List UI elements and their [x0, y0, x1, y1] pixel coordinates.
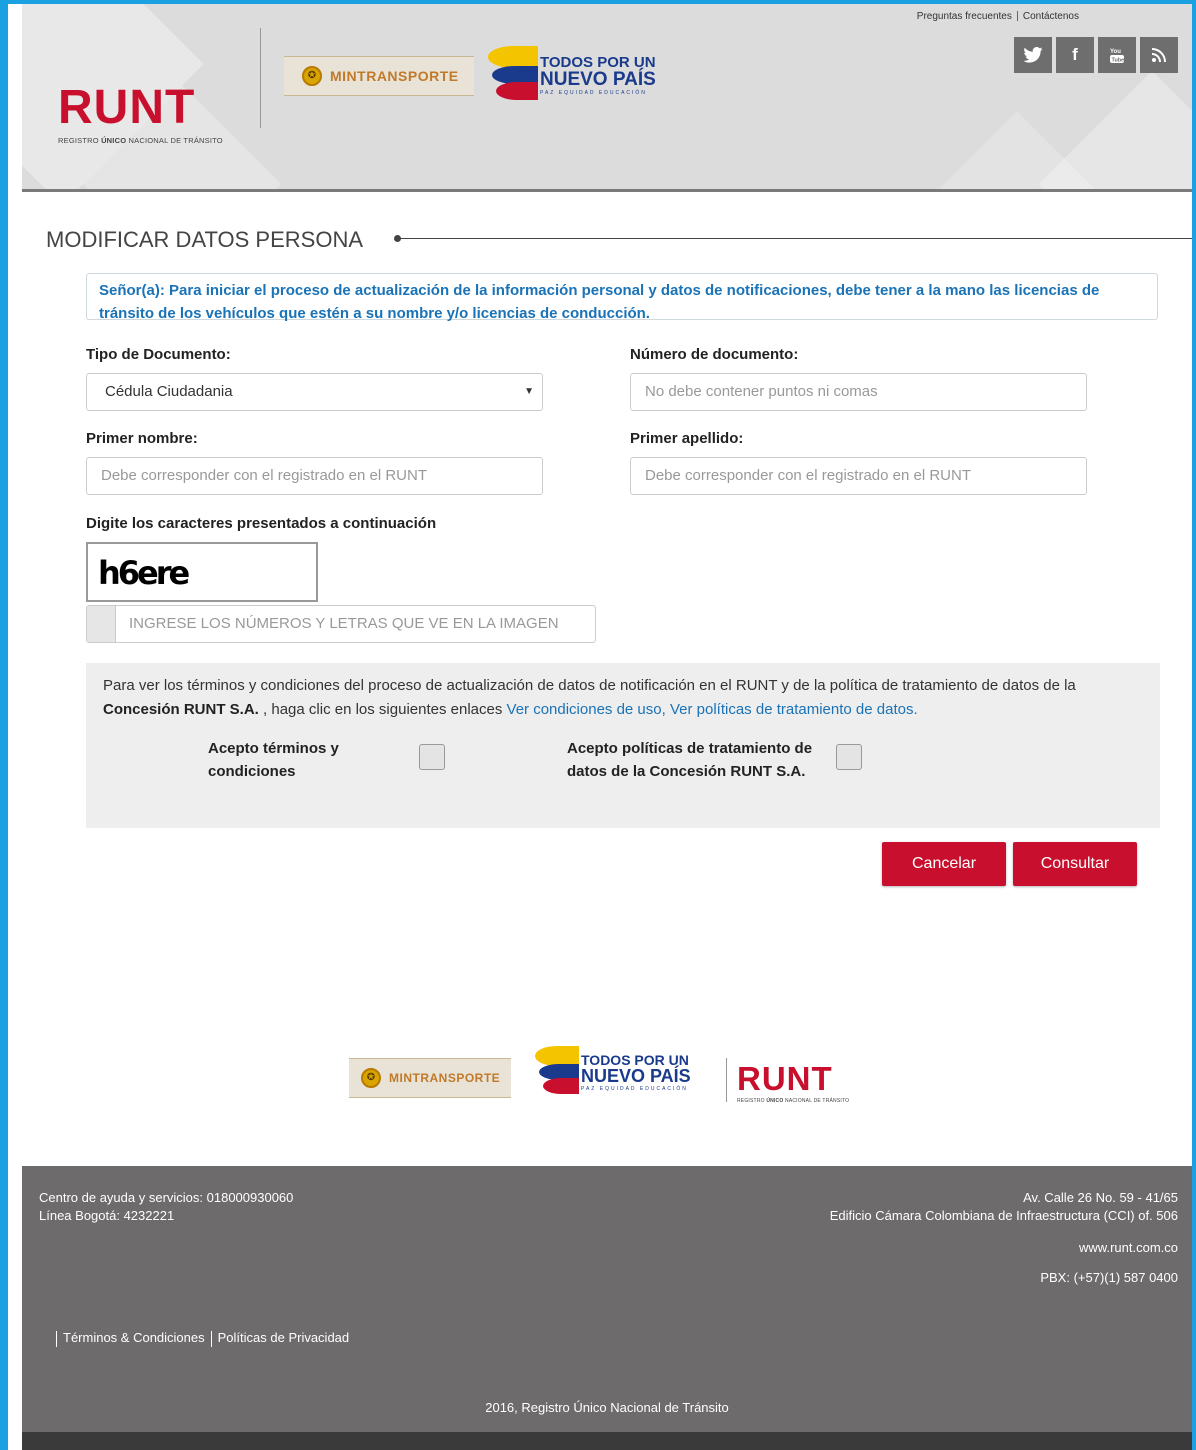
colombia-seal-icon: ✪ — [361, 1068, 381, 1088]
svg-text:You: You — [1110, 49, 1121, 55]
bogota-line: Línea Bogotá: 4232221 — [39, 1208, 175, 1223]
captcha-label: Digite los caracteres presentados a cont… — [86, 515, 437, 532]
logo-divider — [260, 28, 261, 128]
website-link[interactable]: www.runt.com.co — [1079, 1240, 1178, 1255]
faq-link[interactable]: Preguntas frecuentes — [917, 11, 1012, 22]
mintransporte-text: MINTRANSPORTE — [330, 68, 459, 84]
tipo-documento-value: Cédula Ciudadania — [105, 383, 233, 400]
mintransporte-logo[interactable]: ✪ MINTRANSPORTE — [284, 56, 474, 96]
primer-apellido-input[interactable]: Debe corresponder con el registrado en e… — [630, 457, 1087, 495]
numero-documento-label: Número de documento: — [630, 346, 799, 363]
colombia-seal-icon: ✪ — [302, 66, 322, 86]
cancel-button[interactable]: Cancelar — [882, 842, 1006, 886]
mintransporte-logo[interactable]: ✪ MINTRANSPORTE — [349, 1058, 511, 1098]
tipo-documento-select[interactable]: Cédula Ciudadania ▼ — [86, 373, 543, 411]
colombia-flag-swoosh-icon — [488, 42, 538, 108]
youtube-icon[interactable]: You Tube — [1098, 37, 1136, 73]
mintransporte-text: MINTRANSPORTE — [389, 1071, 501, 1085]
runt-logo[interactable]: RUNT REGISTRO ÚNICO NACIONAL DE TRÁNSITO — [58, 81, 223, 146]
footer-logos: ✪ MINTRANSPORTE TODOS POR UN NUEVO PAÍS … — [8, 1034, 1192, 1114]
logo-divider — [726, 1058, 727, 1102]
primer-apellido-label: Primer apellido: — [630, 430, 744, 447]
runt-logo-subtitle: REGISTRO ÚNICO NACIONAL DE TRÁNSITO — [58, 136, 223, 145]
title-line — [399, 238, 1192, 239]
consultar-button[interactable]: Consultar — [1013, 842, 1137, 886]
runt-logo-word: RUNT — [58, 81, 196, 134]
accept-policy-label: Acepto políticas de tratamiento de datos… — [567, 740, 813, 780]
rss-icon[interactable] — [1140, 37, 1178, 73]
numero-documento-input[interactable]: No debe contener puntos ni comas — [630, 373, 1087, 411]
accept-terms-checkbox[interactable] — [419, 744, 445, 770]
page: RUNT REGISTRO ÚNICO NACIONAL DE TRÁNSITO… — [8, 4, 1192, 1450]
captcha-input-addon — [87, 606, 116, 642]
primer-nombre-label: Primer nombre: — [86, 430, 198, 447]
captcha-image: h6ere — [86, 542, 318, 602]
captcha-text: h6ere — [98, 554, 190, 592]
help-line: Centro de ayuda y servicios: 01800093006… — [39, 1190, 294, 1205]
footer-bottom-bar — [22, 1432, 1192, 1450]
page-title-row: MODIFICAR DATOS PERSONA — [46, 227, 1192, 252]
twitter-icon[interactable] — [1014, 37, 1052, 73]
todos-por-un-nuevo-pais-text: TODOS POR UN NUEVO PAÍS PAZ EQUIDAD EDUC… — [581, 1051, 691, 1092]
pbx-line: PBX: (+57)(1) 587 0400 — [1040, 1270, 1178, 1285]
primer-nombre-input[interactable]: Debe corresponder con el registrado en e… — [86, 457, 543, 495]
captcha-input[interactable]: INGRESE LOS NÚMEROS Y LETRAS QUE VE EN L… — [86, 605, 596, 643]
accept-terms-label: Acepto términos y condiciones — [208, 740, 339, 780]
tipo-documento-label: Tipo de Documento: — [86, 346, 231, 363]
site-header: RUNT REGISTRO ÚNICO NACIONAL DE TRÁNSITO… — [22, 4, 1192, 192]
todos-por-un-nuevo-pais-text: TODOS POR UN NUEVO PAÍS PAZ EQUIDAD EDUC… — [540, 53, 656, 96]
copyright: 2016, Registro Único Nacional de Tránsit… — [485, 1400, 729, 1415]
address-line-1: Av. Calle 26 No. 59 - 41/65 — [1023, 1190, 1178, 1205]
facebook-icon[interactable]: f — [1056, 37, 1094, 73]
runt-logo[interactable]: RUNT REGISTRO ÚNICO NACIONAL DE TRÁNSITO — [737, 1062, 849, 1104]
terms-panel: Para ver los términos y condiciones del … — [86, 663, 1160, 828]
top-links: Preguntas frecuentes Contáctenos — [917, 11, 1079, 22]
svg-text:Tube: Tube — [1112, 58, 1125, 64]
page-title: MODIFICAR DATOS PERSONA — [46, 227, 364, 252]
terms-text: Para ver los términos y condiciones del … — [103, 677, 1076, 718]
footer-links: Términos & Condiciones Políticas de Priva… — [50, 1330, 349, 1347]
conditions-link[interactable]: Ver condiciones de uso, — [507, 701, 666, 718]
site-footer: Centro de ayuda y servicios: 01800093006… — [22, 1166, 1192, 1450]
captcha-placeholder: INGRESE LOS NÚMEROS Y LETRAS QUE VE EN L… — [129, 615, 559, 632]
contact-link[interactable]: Contáctenos — [1023, 11, 1079, 22]
info-notice: Señor(a): Para iniciar el proceso de act… — [86, 273, 1158, 322]
chevron-down-icon: ▼ — [524, 386, 534, 397]
accept-policy-checkbox[interactable] — [836, 744, 862, 770]
todos-por-un-nuevo-pais-logo[interactable]: TODOS POR UN NUEVO PAÍS PAZ EQUIDAD EDUC… — [488, 42, 656, 108]
todos-por-un-nuevo-pais-logo[interactable]: TODOS POR UN NUEVO PAÍS PAZ EQUIDAD EDUC… — [535, 1042, 691, 1102]
policies-link[interactable]: Ver políticas de tratamiento de datos. — [670, 701, 918, 718]
address-line-2: Edificio Cámara Colombiana de Infraestru… — [829, 1208, 1178, 1223]
runt-logo-subtitle: REGISTRO ÚNICO NACIONAL DE TRÁNSITO — [737, 1098, 850, 1104]
runt-logo-word: RUNT — [737, 1060, 833, 1097]
colombia-flag-swoosh-icon — [535, 1042, 579, 1102]
social-links: f You Tube — [1014, 37, 1178, 73]
terms-conditions-link[interactable]: Términos & Condiciones — [63, 1330, 205, 1345]
privacy-policy-link[interactable]: Políticas de Privacidad — [218, 1330, 350, 1345]
